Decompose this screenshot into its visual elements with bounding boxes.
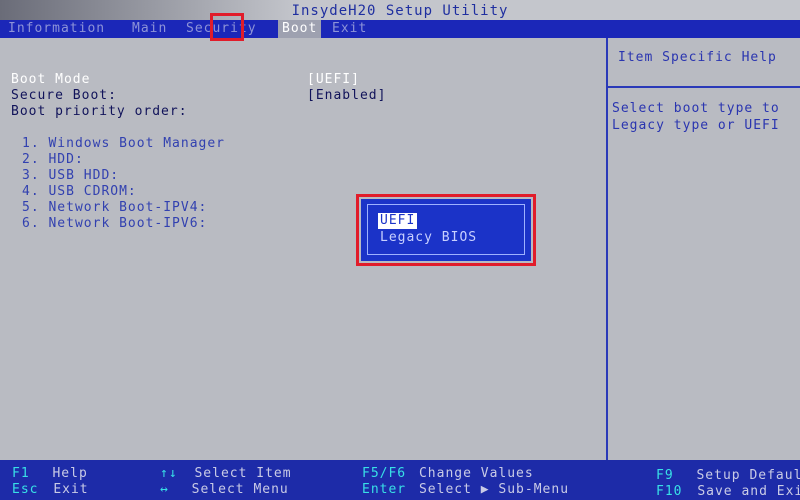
popup-option-legacy-bios[interactable]: Legacy BIOS bbox=[378, 230, 479, 246]
app-title: InsydeH20 Setup Utility bbox=[291, 3, 509, 19]
key-left-right-desc: Select Menu bbox=[191, 482, 289, 497]
popup-option-uefi[interactable]: UEFI bbox=[378, 213, 418, 229]
help-line: Legacy type or UEFI bbox=[612, 118, 780, 133]
key-enter: Enter bbox=[362, 482, 407, 497]
boot-item-usb-cdrom[interactable]: 4. USB CDROM: bbox=[22, 184, 137, 199]
boot-item-network-ipv6[interactable]: 6. Network Boot-IPV6: bbox=[22, 216, 207, 231]
menu-bar: Information Main Security Boot Exit bbox=[0, 20, 800, 38]
key-f1-desc: Help bbox=[52, 466, 88, 481]
bios-screen: InsydeH20 Setup Utility Information Main… bbox=[0, 0, 800, 500]
boot-mode-label: Boot Mode bbox=[11, 72, 91, 87]
key-f10-desc: Save and Exit bbox=[697, 484, 800, 499]
footer-f10: F10 Save and Exit bbox=[656, 484, 800, 499]
boot-item-network-ipv4[interactable]: 5. Network Boot-IPV4: bbox=[22, 200, 207, 215]
footer-esc: Esc Exit bbox=[12, 482, 89, 497]
key-f10: F10 bbox=[656, 484, 683, 499]
footer-f9: F9 Setup Defaults bbox=[656, 468, 800, 483]
key-f1: F1 bbox=[12, 466, 30, 481]
security-highlight-box bbox=[210, 13, 244, 41]
menu-main[interactable]: Main bbox=[132, 20, 167, 38]
boot-mode-value[interactable]: [UEFI] bbox=[307, 72, 360, 87]
key-esc: Esc bbox=[12, 482, 39, 497]
boot-item-hdd[interactable]: 2. HDD: bbox=[22, 152, 84, 167]
boot-item-usb-hdd[interactable]: 3. USB HDD: bbox=[22, 168, 119, 183]
footer-enter: Enter Select ▶ Sub-Menu bbox=[362, 482, 569, 497]
boot-item-windows-boot-manager[interactable]: 1. Windows Boot Manager bbox=[22, 136, 225, 151]
key-up-down: ↑↓ bbox=[160, 466, 178, 481]
key-f5-f6: F5/F6 bbox=[362, 466, 407, 481]
footer-change-values: F5/F6 Change Values bbox=[362, 466, 534, 481]
key-f9-desc: Setup Defaults bbox=[696, 468, 800, 483]
key-left-right: ↔ bbox=[160, 482, 169, 497]
boot-priority-heading: Boot priority order: bbox=[11, 104, 188, 119]
help-text: Select boot type to Legacy type or UEFI bbox=[612, 100, 780, 134]
menu-boot[interactable]: Boot bbox=[278, 20, 322, 38]
key-f9: F9 bbox=[656, 468, 674, 483]
footer-select-item: ↑↓ Select Item bbox=[160, 466, 292, 481]
help-panel-header: Item Specific Help bbox=[608, 38, 800, 88]
help-line: Select boot type to bbox=[612, 101, 780, 116]
footer-select-menu: ↔ Select Menu bbox=[160, 482, 289, 497]
secure-boot-label: Secure Boot: bbox=[11, 88, 117, 103]
secure-boot-value[interactable]: [Enabled] bbox=[307, 88, 386, 103]
help-panel-title: Item Specific Help bbox=[618, 50, 777, 65]
key-enter-desc: Select ▶ Sub-Menu bbox=[418, 482, 570, 497]
key-esc-desc: Exit bbox=[53, 482, 89, 497]
help-panel: Item Specific Help Select boot type to L… bbox=[608, 38, 800, 460]
key-f5-f6-desc: Change Values bbox=[418, 466, 534, 481]
key-legend-bar: F1 Help Esc Exit ↑↓ Select Item ↔ Select… bbox=[0, 460, 800, 500]
menu-information[interactable]: Information bbox=[8, 20, 105, 38]
boot-mode-popup: UEFI Legacy BIOS bbox=[361, 199, 531, 261]
menu-exit[interactable]: Exit bbox=[332, 20, 367, 38]
key-up-down-desc: Select Item bbox=[194, 466, 292, 481]
footer-f1: F1 Help bbox=[12, 466, 88, 481]
title-bar: InsydeH20 Setup Utility bbox=[0, 0, 800, 20]
